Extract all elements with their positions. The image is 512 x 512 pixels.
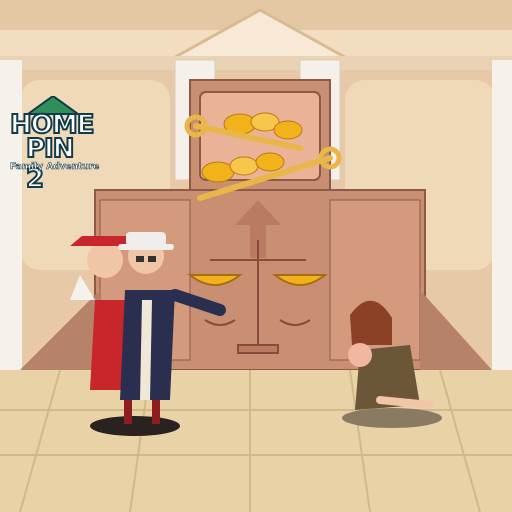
game-scene: HOME PIN 2 Family Adventure [0,0,512,512]
logo-tagline: Family Adventure [10,162,100,173]
courtroom-background [0,0,512,512]
home-pin-2-logo: HOME PIN 2 Family Adventure [6,96,100,195]
